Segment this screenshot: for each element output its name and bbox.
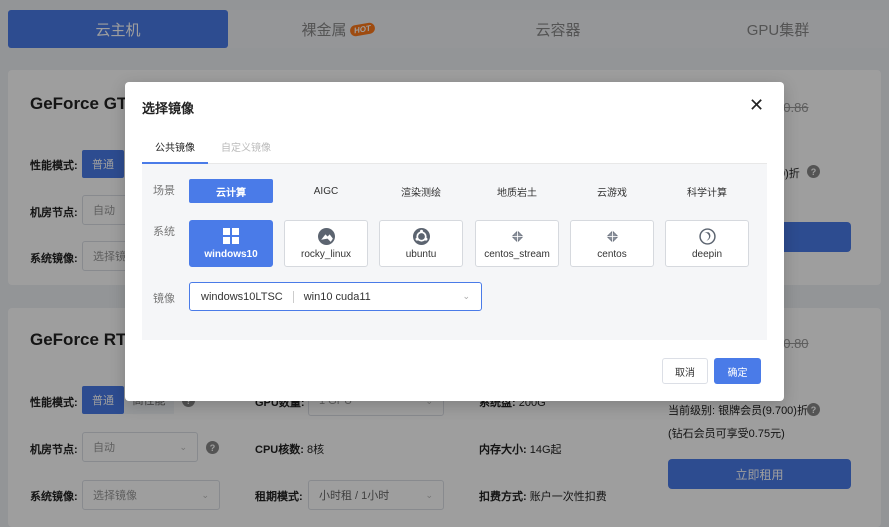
os-deepin[interactable]: deepin: [665, 220, 749, 267]
os-label: rocky_linux: [300, 249, 352, 260]
scene-science[interactable]: 科学计算: [665, 179, 749, 203]
scene-geology[interactable]: 地质岩土: [475, 179, 559, 203]
cancel-button[interactable]: 取消: [662, 358, 708, 384]
tab-custom-image[interactable]: 自定义镜像: [208, 129, 284, 163]
confirm-button[interactable]: 确定: [714, 358, 761, 384]
image-label: 镜像: [153, 293, 175, 305]
close-icon[interactable]: ✕: [749, 96, 764, 114]
os-centos[interactable]: centos: [570, 220, 654, 267]
os-label: ubuntu: [405, 249, 437, 260]
scene-aigc[interactable]: AIGC: [284, 179, 368, 203]
system-label: 系统: [153, 226, 175, 238]
os-label: centos_stream: [484, 249, 550, 260]
tab-public-image[interactable]: 公共镜像: [142, 129, 208, 164]
centos-icon: [508, 227, 526, 245]
windows-icon: [222, 227, 240, 245]
deepin-icon: [698, 227, 716, 245]
os-centos-stream[interactable]: centos_stream: [475, 220, 559, 267]
divider: [292, 290, 294, 303]
scene-cloud-compute[interactable]: 云计算: [189, 179, 273, 203]
os-windows10[interactable]: windows10: [189, 220, 273, 267]
image-type-tabs: 公共镜像 自定义镜像: [142, 129, 767, 164]
image-version-select[interactable]: windows10LTSC win10 cuda11 ⌄: [189, 282, 482, 311]
modal-title: 选择镜像: [142, 101, 195, 116]
os-label: windows10: [204, 249, 258, 260]
os-rocky-linux[interactable]: rocky_linux: [284, 220, 368, 267]
os-ubuntu[interactable]: ubuntu: [379, 220, 463, 267]
image-value-primary: windows10LTSC: [201, 290, 283, 303]
scene-render[interactable]: 渲染测绘: [379, 179, 463, 203]
select-image-modal: 选择镜像 ✕ 公共镜像 自定义镜像 场景 云计算 AIGC 渲染测绘 地质岩土 …: [125, 82, 784, 401]
scene-cloud-game[interactable]: 云游戏: [570, 179, 654, 203]
chevron-down-icon: ⌄: [462, 291, 470, 301]
image-value-secondary: win10 cuda11: [303, 290, 371, 303]
scene-label: 场景: [153, 185, 175, 197]
os-label: centos: [597, 249, 627, 260]
rocky-icon: [317, 227, 335, 245]
centos-icon: [603, 227, 621, 245]
os-label: deepin: [691, 249, 723, 260]
ubuntu-icon: [412, 227, 430, 245]
